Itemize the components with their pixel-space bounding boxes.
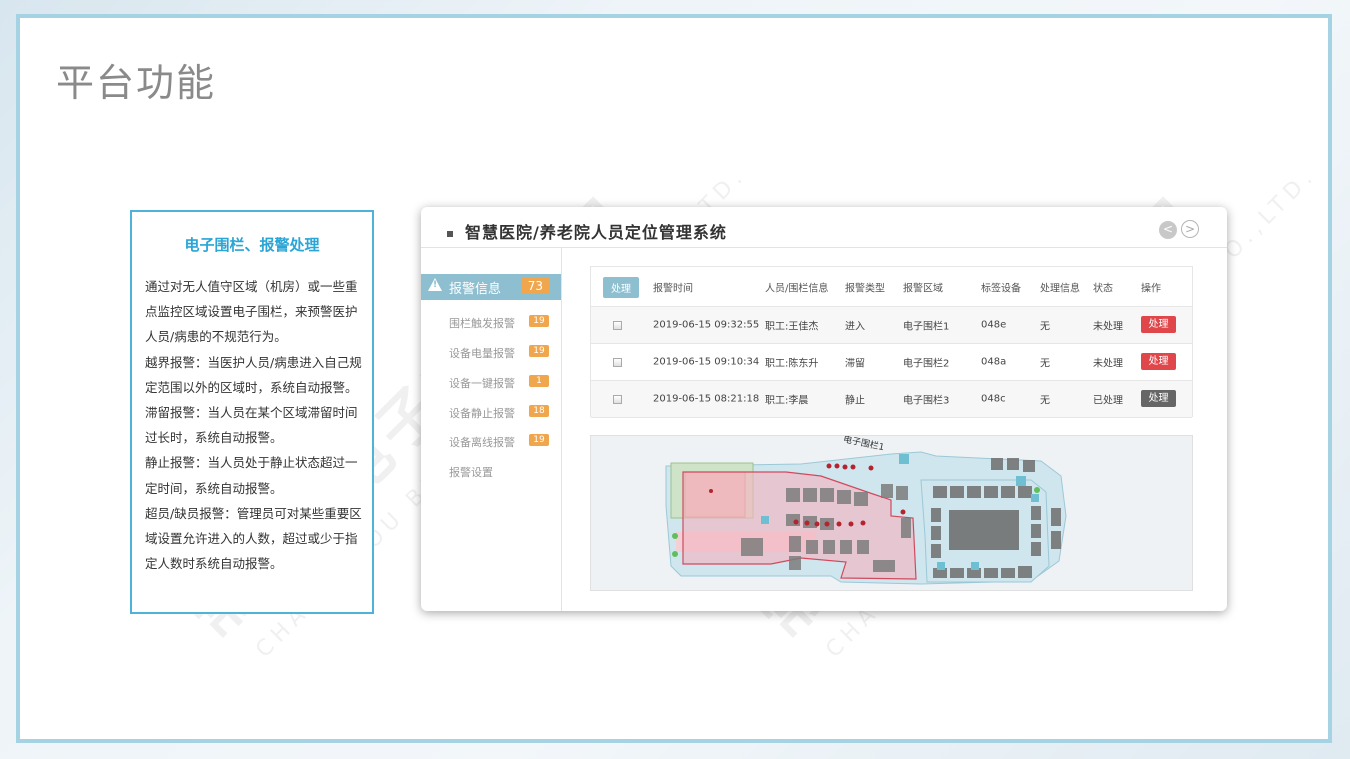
sidebar-divider [561, 247, 562, 611]
table-row: 2019-06-15 09:32:55 职工:王佳杰 进入 电子围栏1 048e… [591, 307, 1192, 344]
row-checkbox[interactable] [613, 358, 622, 367]
info-paragraph: 滞留报警：当人员在某个区域滞留时间过长时，系统自动报警。 [145, 405, 358, 446]
alarm-area: 电子围栏3 [903, 395, 950, 407]
table-row: 2019-06-15 09:10:34 职工:陈东升 滞留 电子围栏2 048a… [591, 344, 1192, 381]
row-checkbox[interactable] [613, 321, 622, 330]
column-header: 状态 [1093, 283, 1113, 294]
alarm-time: 2019-06-15 09:32:55 [653, 319, 760, 331]
alarm-area: 电子围栏2 [903, 358, 950, 370]
count-badge: 19 [529, 434, 549, 446]
sidebar-item-label: 设备离线报警 [449, 436, 515, 449]
app-title-text: 智慧医院/养老院人员定位管理系统 [465, 223, 727, 242]
sidebar-item-label: 设备电量报警 [449, 347, 515, 360]
app-window: 智慧医院/养老院人员定位管理系统 < > ! 报警信息 73 围栏触发报警 19 … [421, 207, 1227, 611]
row-checkbox[interactable] [613, 395, 622, 404]
batch-process-button[interactable]: 处理 [603, 277, 639, 298]
table-row: 2019-06-15 08:21:18 职工:李晨 静止 电子围栏3 048c … [591, 381, 1192, 418]
info-paragraph: 超员/缺员报警：管理员可对某些重要区域设置允许进入的人数，超过或少于指定人数时系… [145, 505, 362, 572]
status-text: 未处理 [1093, 358, 1123, 370]
status-text: 未处理 [1093, 321, 1123, 333]
alarm-count-badge: 73 [520, 278, 550, 294]
info-paragraph: 通过对无人值守区域（机房）或一些重点监控区域设置电子围栏，来预警医护人员/病患的… [145, 279, 358, 345]
prev-button[interactable]: < [1159, 221, 1177, 239]
person-info: 职工:陈东升 [765, 358, 819, 370]
sidebar-item-label: 报警信息 [449, 282, 502, 297]
column-header: 报警类型 [845, 283, 885, 294]
sidebar-item-label: 设备一键报警 [449, 377, 515, 390]
info-paragraph: 越界报警：当医护人员/病患进入自己规定范围以外的区域时，系统自动报警。 [145, 354, 362, 395]
process-button[interactable]: 处理 [1141, 390, 1176, 407]
alarm-type: 进入 [845, 321, 865, 333]
column-header: 处理信息 [1040, 283, 1080, 294]
next-button[interactable]: > [1181, 220, 1199, 238]
alarm-time: 2019-06-15 08:21:18 [653, 393, 760, 405]
status-text: 已处理 [1093, 395, 1123, 407]
person-info: 职工:李晨 [765, 395, 809, 407]
sidebar-item-offline-alarm[interactable]: 设备离线报警 19 [449, 434, 549, 450]
info-card: 电子围栏、报警处理 通过对无人值守区域（机房）或一些重点监控区域设置电子围栏，来… [130, 210, 374, 614]
process-info: 无 [1040, 321, 1050, 333]
title-square-icon [447, 230, 453, 237]
process-info: 无 [1040, 358, 1050, 370]
column-header: 报警区域 [903, 283, 943, 294]
sidebar-item-fence-alarm[interactable]: 围栏触发报警 19 [449, 315, 549, 331]
tag-device: 048a [981, 356, 1007, 368]
alarm-area: 电子围栏1 [903, 321, 950, 333]
column-header: 报警时间 [653, 283, 693, 294]
column-header: 标签设备 [981, 283, 1021, 294]
sidebar-item-label: 设备静止报警 [449, 407, 515, 420]
nav-buttons: < > [1155, 218, 1199, 239]
column-header: 人员/围栏信息 [765, 283, 829, 294]
alarm-type: 静止 [845, 395, 865, 407]
page-title: 平台功能 [56, 61, 217, 105]
sidebar-item-alarm-info[interactable]: ! 报警信息 73 [421, 274, 561, 300]
floor-map[interactable]: 电子围栏1 [590, 435, 1193, 591]
process-button[interactable]: 处理 [1141, 353, 1176, 370]
sidebar-item-battery-alarm[interactable]: 设备电量报警 19 [449, 345, 549, 361]
info-card-title: 电子围栏、报警处理 [184, 236, 320, 254]
sidebar-item-still-alarm[interactable]: 设备静止报警 18 [449, 405, 549, 421]
floor-plan-graphic [665, 451, 1067, 585]
sidebar-item-label: 围栏触发报警 [449, 317, 515, 330]
tag-device: 048c [981, 393, 1006, 405]
sidebar-item-label: 报警设置 [449, 466, 493, 479]
count-badge: 1 [529, 375, 549, 387]
alarm-type: 滞留 [845, 358, 865, 370]
sidebar-item-sos-alarm[interactable]: 设备一键报警 1 [449, 375, 549, 391]
info-paragraph: 静止报警：当人员处于静止状态超过一定时间，系统自动报警。 [145, 455, 358, 496]
tag-device: 048e [981, 319, 1007, 331]
process-info: 无 [1040, 395, 1050, 407]
app-title: 智慧医院/养老院人员定位管理系统 [447, 219, 727, 243]
title-divider [421, 247, 1227, 248]
alarm-table: 处理 报警时间 人员/围栏信息 报警类型 报警区域 标签设备 处理信息 状态 操… [590, 266, 1193, 418]
process-button[interactable]: 处理 [1141, 316, 1176, 333]
count-badge: 19 [529, 315, 549, 327]
column-header: 操作 [1141, 283, 1161, 294]
alarm-time: 2019-06-15 09:10:34 [653, 356, 760, 368]
count-badge: 19 [529, 345, 549, 357]
person-info: 职工:王佳杰 [765, 321, 819, 333]
sidebar-item-alarm-settings[interactable]: 报警设置 [449, 464, 493, 480]
table-header: 处理 报警时间 人员/围栏信息 报警类型 报警区域 标签设备 处理信息 状态 操… [591, 267, 1192, 307]
count-badge: 18 [529, 405, 549, 417]
info-card-body: 通过对无人值守区域（机房）或一些重点监控区域设置电子围栏，来预警医护人员/病患的… [145, 274, 367, 576]
